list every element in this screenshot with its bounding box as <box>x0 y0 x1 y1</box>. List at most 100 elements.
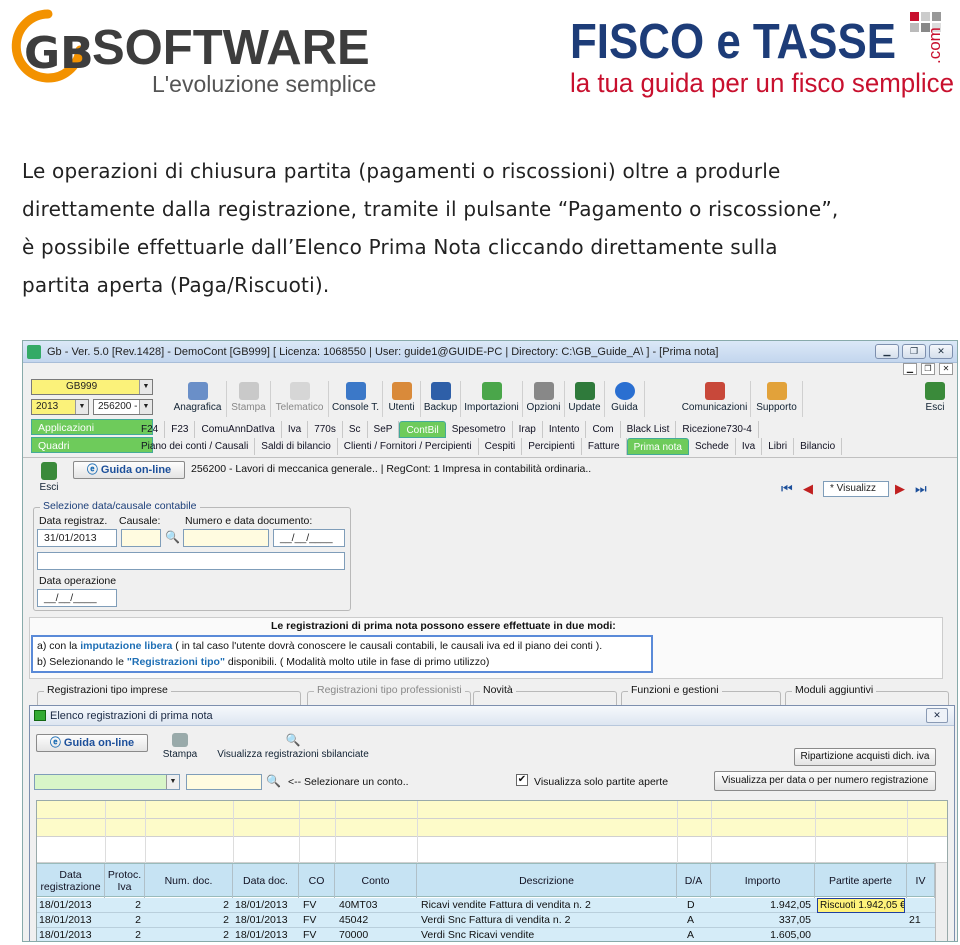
conto-select[interactable]: ▼ <box>34 774 180 790</box>
tab-f24[interactable]: F24 <box>135 421 166 438</box>
col-conto[interactable]: Conto <box>335 864 417 898</box>
group-title: Selezione data/causale contabile <box>40 500 200 512</box>
year-select-value: 2013 <box>36 401 59 412</box>
close-button[interactable]: ✕ <box>929 344 953 359</box>
year-select[interactable]: 2013 ▼ <box>31 399 89 415</box>
toolbar-label: Console T. <box>331 402 380 413</box>
tab-sep[interactable]: SeP <box>368 421 400 438</box>
col-num-doc[interactable]: Num. doc. <box>145 864 233 898</box>
col-protoc-iva[interactable]: Protoc. Iva <box>105 864 145 898</box>
toolbar-backup-button[interactable]: Backup <box>421 381 461 417</box>
tab-percipienti[interactable]: Percipienti <box>522 438 582 455</box>
col-da[interactable]: D/A <box>677 864 711 898</box>
table-row[interactable]: 18/01/2013 2 2 18/01/2013 FV 40MT03 Rica… <box>37 898 947 913</box>
tab-iva-2[interactable]: Iva <box>736 438 763 455</box>
close-icon[interactable]: ✕ <box>926 708 948 723</box>
minimize-button[interactable]: ▁ <box>875 344 899 359</box>
cell-co: FV <box>303 914 317 926</box>
next-record-icon[interactable]: ▶ <box>895 481 905 497</box>
toolbar-stampa-button[interactable]: Stampa <box>227 381 271 417</box>
tab-contbil[interactable]: ContBil <box>399 421 446 438</box>
registrazioni-tipo-link[interactable]: "Registrazioni tipo" <box>127 656 225 668</box>
tab-comuanndativa[interactable]: ComuAnnDatIva <box>195 421 282 438</box>
tab-cespiti[interactable]: Cespiti <box>479 438 523 455</box>
tab-irap[interactable]: Irap <box>513 421 543 438</box>
table-row[interactable]: 18/01/2013 2 2 18/01/2013 FV 45042 Verdi… <box>37 913 947 928</box>
numero-documento-input[interactable] <box>183 529 269 547</box>
visualizza-per-data-button[interactable]: Visualizza per data o per numero registr… <box>714 771 936 791</box>
window-icon <box>34 710 46 721</box>
activity-select[interactable]: 256200 - ▼ <box>93 399 153 415</box>
toolbar-esci-button[interactable]: Esci <box>919 381 951 417</box>
tab-schede[interactable]: Schede <box>689 438 736 455</box>
tab-770s[interactable]: 770s <box>308 421 343 438</box>
toolbar-opzioni-button[interactable]: Opzioni <box>523 381 565 417</box>
tab-ricezione730[interactable]: Ricezione730-4 <box>676 421 759 438</box>
sbilanciate-button[interactable]: 🔍 Visualizza registrazioni sbilanciate <box>216 732 370 768</box>
col-data-doc[interactable]: Data doc. <box>233 864 299 898</box>
tab-iva[interactable]: Iva <box>282 421 309 438</box>
solo-aperte-checkbox[interactable]: ✔ <box>516 774 528 786</box>
descrizione-input[interactable] <box>37 552 345 570</box>
tab-saldi-bilancio[interactable]: Saldi di bilancio <box>255 438 338 455</box>
col-descrizione[interactable]: Descrizione <box>417 864 677 898</box>
toolbar-console-button[interactable]: Console T. <box>329 381 383 417</box>
company-select[interactable]: GB999 ▼ <box>31 379 153 395</box>
tab-libri[interactable]: Libri <box>762 438 795 455</box>
mdi-minimize-button[interactable]: ▁ <box>903 363 917 375</box>
toolbar-supporto-button[interactable]: Supporto <box>751 381 803 417</box>
tab-intento[interactable]: Intento <box>543 421 587 438</box>
vertical-scrollbar[interactable] <box>935 863 947 941</box>
cell-data-registrazione: 18/01/2013 <box>39 929 92 941</box>
data-registraz-label: Data registraz. <box>39 515 108 527</box>
visualizza-select[interactable]: * Visualizz <box>823 481 889 497</box>
riscuoti-button[interactable]: Riscuoti 1.942,05 € <box>817 898 905 913</box>
toolbar-comunicazioni-button[interactable]: Comunicazioni <box>679 381 751 417</box>
toolbar-importazioni-button[interactable]: Importazioni <box>461 381 523 417</box>
conto-input[interactable] <box>186 774 262 790</box>
guida-online-button[interactable]: ⓔ Guida on-line <box>73 461 185 479</box>
elenco-stampa-button[interactable]: Stampa <box>160 732 200 768</box>
search-icon[interactable]: 🔍 <box>266 774 281 788</box>
toolbar-utenti-button[interactable]: Utenti <box>383 381 421 417</box>
fisco-tagline: la tua guida per un fisco semplice <box>570 68 954 98</box>
tab-fatture[interactable]: Fatture <box>582 438 627 455</box>
col-importo[interactable]: Importo <box>711 864 815 898</box>
causale-input[interactable] <box>121 529 161 547</box>
tab-piano-conti[interactable]: Piano dei conti / Causali <box>135 438 256 455</box>
tab-spesometro[interactable]: Spesometro <box>446 421 513 438</box>
imputazione-libera-link[interactable]: imputazione libera <box>80 640 172 652</box>
col-partite-aperte[interactable]: Partite aperte <box>815 864 907 898</box>
tab-com[interactable]: Com <box>586 421 621 438</box>
tab-prima-nota[interactable]: Prima nota <box>626 438 689 455</box>
toolbar-guida-button[interactable]: Guida <box>605 381 645 417</box>
search-icon[interactable]: 🔍 <box>165 530 180 544</box>
table-row[interactable]: 18/01/2013 2 2 18/01/2013 FV 70000 Verdi… <box>37 928 947 941</box>
data-documento-input[interactable]: __/__/____ <box>273 529 345 547</box>
data-operazione-input[interactable]: __/__/____ <box>37 589 117 607</box>
data-registraz-input[interactable]: 31/01/2013 <box>37 529 117 547</box>
cell-protoc-iva: 2 <box>135 899 141 911</box>
per-data-label: Visualizza per data o per numero registr… <box>721 775 929 786</box>
toolbar-telematico-button[interactable]: Telematico <box>271 381 329 417</box>
toolbar-label: Update <box>568 402 601 413</box>
elenco-guida-button[interactable]: ⓔ Guida on-line <box>36 734 148 752</box>
toolbar-anagrafica-button[interactable]: Anagrafica <box>169 381 227 417</box>
ripartizione-button[interactable]: Ripartizione acquisti dich. iva <box>794 748 936 766</box>
tab-sc[interactable]: Sc <box>343 421 368 438</box>
mdi-close-button[interactable]: ✕ <box>939 363 953 375</box>
tab-f23[interactable]: F23 <box>165 421 196 438</box>
col-data-registrazione[interactable]: Data registrazione <box>37 864 105 898</box>
maximize-button[interactable]: ❐ <box>902 344 926 359</box>
tab-black-list[interactable]: Black List <box>621 421 677 438</box>
prima-nota-esci-button[interactable]: Esci <box>31 461 67 497</box>
prev-record-icon[interactable]: ◀ <box>803 481 813 497</box>
tab-clienti-fornitori[interactable]: Clienti / Fornitori / Percipienti <box>338 438 479 455</box>
toolbar-update-button[interactable]: Update <box>565 381 605 417</box>
col-iv[interactable]: IV <box>907 864 935 898</box>
tab-bilancio[interactable]: Bilancio <box>794 438 843 455</box>
first-record-icon[interactable]: ⏮ <box>781 481 793 497</box>
last-record-icon[interactable]: ⏭ <box>915 481 927 497</box>
mdi-restore-button[interactable]: ❐ <box>921 363 935 375</box>
col-co[interactable]: CO <box>299 864 335 898</box>
